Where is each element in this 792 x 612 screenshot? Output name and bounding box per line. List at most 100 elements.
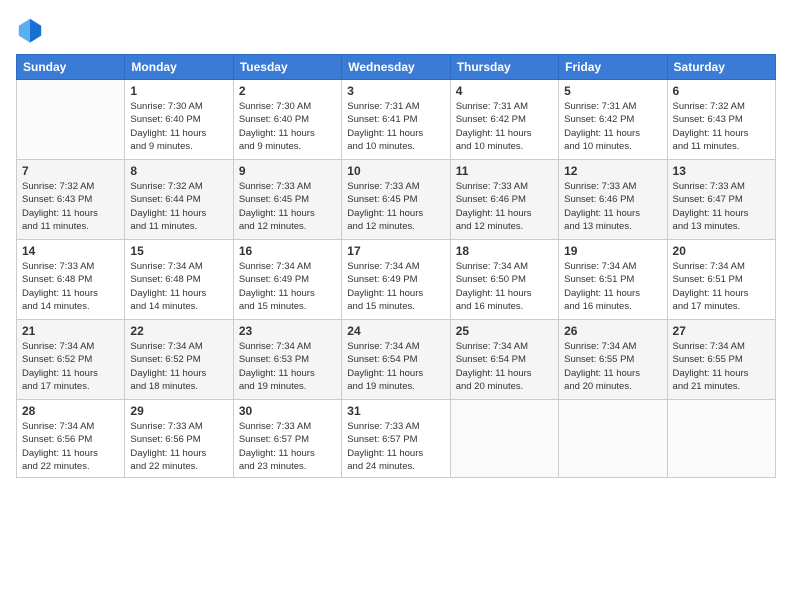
- day-number: 12: [564, 164, 661, 178]
- day-number: 15: [130, 244, 227, 258]
- calendar-cell: 1 Sunrise: 7:30 AMSunset: 6:40 PMDaylight…: [125, 80, 233, 160]
- day-info: Sunrise: 7:34 AMSunset: 6:52 PMDaylight:…: [22, 340, 119, 393]
- calendar-week-row: 21 Sunrise: 7:34 AMSunset: 6:52 PMDayligh…: [17, 320, 776, 400]
- day-number: 7: [22, 164, 119, 178]
- calendar-cell: 16Sunrise: 7:34 AMSunset: 6:49 PMDayligh…: [233, 240, 341, 320]
- day-info: Sunrise: 7:34 AMSunset: 6:54 PMDaylight:…: [347, 340, 444, 393]
- day-number: 11: [456, 164, 553, 178]
- day-info: Sunrise: 7:34 AMSunset: 6:48 PMDaylight:…: [130, 260, 227, 313]
- calendar-cell: 29Sunrise: 7:33 AMSunset: 6:56 PMDayligh…: [125, 400, 233, 478]
- day-info: Sunrise: 7:34 AMSunset: 6:53 PMDaylight:…: [239, 340, 336, 393]
- calendar-cell: 30 Sunrise: 7:33 AMSunset: 6:57 PMDayligh…: [233, 400, 341, 478]
- calendar-cell: 9Sunrise: 7:33 AMSunset: 6:45 PMDaylight…: [233, 160, 341, 240]
- day-number: 2: [239, 84, 336, 98]
- calendar-week-row: 1 Sunrise: 7:30 AMSunset: 6:40 PMDaylight…: [17, 80, 776, 160]
- day-number: 31: [347, 404, 444, 418]
- page-header: [16, 16, 776, 44]
- day-number: 23: [239, 324, 336, 338]
- calendar-cell: 31 Sunrise: 7:33 AMSunset: 6:57 PMDayligh…: [342, 400, 450, 478]
- calendar-cell: 21 Sunrise: 7:34 AMSunset: 6:52 PMDayligh…: [17, 320, 125, 400]
- calendar-header-saturday: Saturday: [667, 55, 775, 80]
- calendar-cell: 28Sunrise: 7:34 AMSunset: 6:56 PMDayligh…: [17, 400, 125, 478]
- day-number: 10: [347, 164, 444, 178]
- calendar-week-row: 28Sunrise: 7:34 AMSunset: 6:56 PMDayligh…: [17, 400, 776, 478]
- day-info: Sunrise: 7:33 AMSunset: 6:57 PMDaylight:…: [239, 420, 336, 473]
- calendar-cell: [667, 400, 775, 478]
- day-number: 21: [22, 324, 119, 338]
- day-info: Sunrise: 7:32 AMSunset: 6:43 PMDaylight:…: [22, 180, 119, 233]
- day-info: Sunrise: 7:34 AMSunset: 6:49 PMDaylight:…: [347, 260, 444, 313]
- day-info: Sunrise: 7:34 AMSunset: 6:51 PMDaylight:…: [564, 260, 661, 313]
- day-number: 27: [673, 324, 770, 338]
- day-info: Sunrise: 7:34 AMSunset: 6:49 PMDaylight:…: [239, 260, 336, 313]
- day-info: Sunrise: 7:30 AMSunset: 6:40 PMDaylight:…: [239, 100, 336, 153]
- calendar-cell: 6Sunrise: 7:32 AMSunset: 6:43 PMDaylight…: [667, 80, 775, 160]
- calendar-cell: 14 Sunrise: 7:33 AMSunset: 6:48 PMDayligh…: [17, 240, 125, 320]
- day-info: Sunrise: 7:31 AMSunset: 6:42 PMDaylight:…: [456, 100, 553, 153]
- calendar-cell: 5 Sunrise: 7:31 AMSunset: 6:42 PMDaylight…: [559, 80, 667, 160]
- day-info: Sunrise: 7:34 AMSunset: 6:52 PMDaylight:…: [130, 340, 227, 393]
- calendar-cell: 12 Sunrise: 7:33 AMSunset: 6:46 PMDayligh…: [559, 160, 667, 240]
- calendar-cell: [17, 80, 125, 160]
- calendar-cell: 11 Sunrise: 7:33 AMSunset: 6:46 PMDayligh…: [450, 160, 558, 240]
- calendar-cell: 4 Sunrise: 7:31 AMSunset: 6:42 PMDaylight…: [450, 80, 558, 160]
- calendar-cell: 2 Sunrise: 7:30 AMSunset: 6:40 PMDaylight…: [233, 80, 341, 160]
- day-number: 26: [564, 324, 661, 338]
- calendar-cell: 23 Sunrise: 7:34 AMSunset: 6:53 PMDayligh…: [233, 320, 341, 400]
- day-number: 6: [673, 84, 770, 98]
- day-number: 17: [347, 244, 444, 258]
- day-info: Sunrise: 7:33 AMSunset: 6:46 PMDaylight:…: [456, 180, 553, 233]
- day-number: 4: [456, 84, 553, 98]
- calendar-cell: 10 Sunrise: 7:33 AMSunset: 6:45 PMDayligh…: [342, 160, 450, 240]
- logo-icon: [16, 16, 44, 44]
- calendar-cell: 26 Sunrise: 7:34 AMSunset: 6:55 PMDayligh…: [559, 320, 667, 400]
- calendar-cell: 13 Sunrise: 7:33 AMSunset: 6:47 PMDayligh…: [667, 160, 775, 240]
- day-info: Sunrise: 7:33 AMSunset: 6:48 PMDaylight:…: [22, 260, 119, 313]
- day-info: Sunrise: 7:33 AMSunset: 6:57 PMDaylight:…: [347, 420, 444, 473]
- calendar-header-thursday: Thursday: [450, 55, 558, 80]
- day-info: Sunrise: 7:33 AMSunset: 6:45 PMDaylight:…: [239, 180, 336, 233]
- day-info: Sunrise: 7:31 AMSunset: 6:41 PMDaylight:…: [347, 100, 444, 153]
- day-number: 14: [22, 244, 119, 258]
- day-number: 5: [564, 84, 661, 98]
- day-number: 24: [347, 324, 444, 338]
- day-info: Sunrise: 7:32 AMSunset: 6:44 PMDaylight:…: [130, 180, 227, 233]
- day-number: 22: [130, 324, 227, 338]
- calendar-cell: [559, 400, 667, 478]
- calendar-week-row: 7 Sunrise: 7:32 AMSunset: 6:43 PMDaylight…: [17, 160, 776, 240]
- day-info: Sunrise: 7:34 AMSunset: 6:51 PMDaylight:…: [673, 260, 770, 313]
- calendar-cell: 15 Sunrise: 7:34 AMSunset: 6:48 PMDayligh…: [125, 240, 233, 320]
- day-number: 30: [239, 404, 336, 418]
- day-info: Sunrise: 7:34 AMSunset: 6:54 PMDaylight:…: [456, 340, 553, 393]
- day-number: 25: [456, 324, 553, 338]
- calendar-week-row: 14 Sunrise: 7:33 AMSunset: 6:48 PMDayligh…: [17, 240, 776, 320]
- calendar-cell: 19Sunrise: 7:34 AMSunset: 6:51 PMDayligh…: [559, 240, 667, 320]
- calendar-header-row: SundayMondayTuesdayWednesdayThursdayFrid…: [17, 55, 776, 80]
- day-info: Sunrise: 7:33 AMSunset: 6:45 PMDaylight:…: [347, 180, 444, 233]
- calendar-header-wednesday: Wednesday: [342, 55, 450, 80]
- calendar-cell: 18Sunrise: 7:34 AMSunset: 6:50 PMDayligh…: [450, 240, 558, 320]
- day-number: 1: [130, 84, 227, 98]
- day-info: Sunrise: 7:33 AMSunset: 6:46 PMDaylight:…: [564, 180, 661, 233]
- day-info: Sunrise: 7:34 AMSunset: 6:55 PMDaylight:…: [673, 340, 770, 393]
- calendar-header-friday: Friday: [559, 55, 667, 80]
- day-info: Sunrise: 7:33 AMSunset: 6:47 PMDaylight:…: [673, 180, 770, 233]
- calendar-header-sunday: Sunday: [17, 55, 125, 80]
- calendar-cell: 20Sunrise: 7:34 AMSunset: 6:51 PMDayligh…: [667, 240, 775, 320]
- calendar-cell: 17 Sunrise: 7:34 AMSunset: 6:49 PMDayligh…: [342, 240, 450, 320]
- calendar-cell: 27 Sunrise: 7:34 AMSunset: 6:55 PMDayligh…: [667, 320, 775, 400]
- calendar-cell: 22 Sunrise: 7:34 AMSunset: 6:52 PMDayligh…: [125, 320, 233, 400]
- logo: [16, 16, 48, 44]
- day-number: 28: [22, 404, 119, 418]
- day-info: Sunrise: 7:30 AMSunset: 6:40 PMDaylight:…: [130, 100, 227, 153]
- day-info: Sunrise: 7:34 AMSunset: 6:50 PMDaylight:…: [456, 260, 553, 313]
- day-info: Sunrise: 7:34 AMSunset: 6:55 PMDaylight:…: [564, 340, 661, 393]
- calendar-header-monday: Monday: [125, 55, 233, 80]
- calendar-header-tuesday: Tuesday: [233, 55, 341, 80]
- calendar-cell: 8Sunrise: 7:32 AMSunset: 6:44 PMDaylight…: [125, 160, 233, 240]
- day-number: 29: [130, 404, 227, 418]
- day-number: 3: [347, 84, 444, 98]
- day-number: 13: [673, 164, 770, 178]
- day-info: Sunrise: 7:31 AMSunset: 6:42 PMDaylight:…: [564, 100, 661, 153]
- calendar-cell: 24 Sunrise: 7:34 AMSunset: 6:54 PMDayligh…: [342, 320, 450, 400]
